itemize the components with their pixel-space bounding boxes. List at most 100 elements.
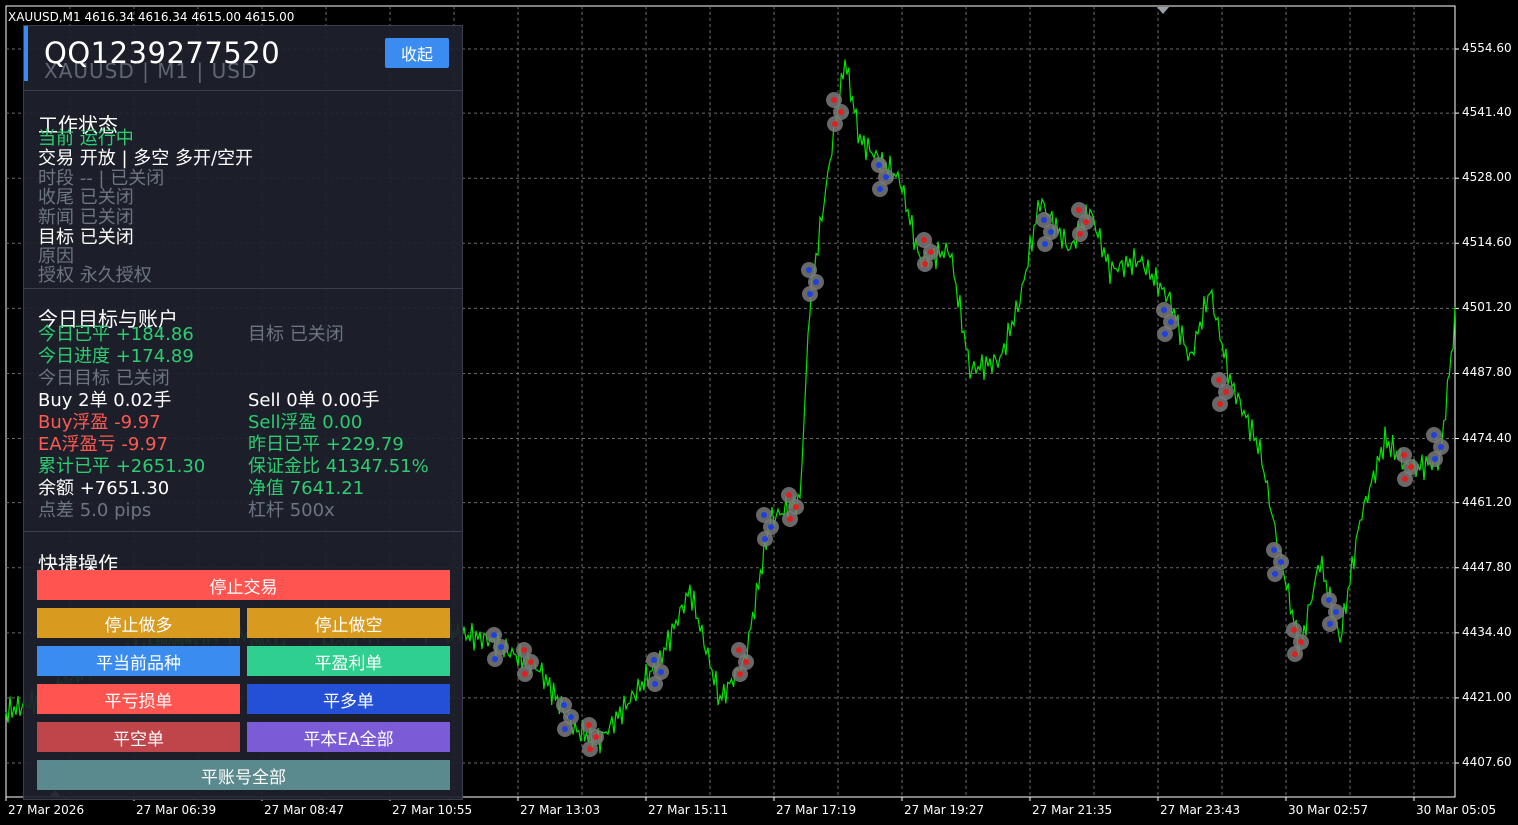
collapse-button[interactable]: 收起 bbox=[385, 38, 449, 68]
trade-marker-dot bbox=[528, 659, 534, 665]
time-tick-label: 27 Mar 19:27 bbox=[904, 803, 985, 817]
trade-marker-dot bbox=[831, 97, 837, 103]
price-tick-label: 4528.00 bbox=[1462, 170, 1512, 185]
target-status: 目标 已关闭 bbox=[248, 324, 344, 345]
close-ea-all-button[interactable]: 平本EA全部 bbox=[247, 722, 450, 752]
ea-control-panel: XAUUSD | M1 | USD QQ1239277520 收起 工作状态 当… bbox=[23, 25, 463, 800]
trade-marker-dot bbox=[743, 659, 749, 665]
divider bbox=[24, 90, 462, 91]
close-current-symbol-button[interactable]: 平当前品种 bbox=[37, 646, 240, 676]
price-tick-label: 4461.20 bbox=[1462, 494, 1512, 509]
trade-marker-dot bbox=[922, 261, 928, 267]
leverage: 杠杆 500x bbox=[248, 500, 335, 521]
buy-summary: Buy 2单 0.02手 bbox=[38, 390, 172, 411]
trade-marker-dot bbox=[1278, 559, 1284, 565]
trade-marker-dot bbox=[921, 237, 927, 243]
trade-marker-dot bbox=[1432, 456, 1438, 462]
sell-summary: Sell 0单 0.00手 bbox=[248, 390, 380, 411]
trade-marker-dot bbox=[586, 722, 592, 728]
trade-marker-dot bbox=[1048, 229, 1054, 235]
equity: 净值 7641.21 bbox=[248, 478, 365, 499]
time-tick-label: 27 Mar 08:47 bbox=[264, 803, 345, 817]
trade-marker-dot bbox=[492, 656, 498, 662]
time-tick-label: 27 Mar 06:39 bbox=[136, 803, 217, 817]
close-short-button[interactable]: 平空单 bbox=[37, 722, 240, 752]
trade-marker-dot bbox=[807, 291, 813, 297]
trade-marker-dot bbox=[768, 524, 774, 530]
status-license: 授权 永久授权 bbox=[38, 265, 152, 286]
trade-marker-dot bbox=[877, 186, 883, 192]
trade-marker-dot bbox=[1431, 432, 1437, 438]
trade-marker-dot bbox=[1401, 452, 1407, 458]
time-tick-label: 30 Mar 02:57 bbox=[1288, 803, 1369, 817]
time-tick-label: 27 Mar 2026 bbox=[8, 803, 85, 817]
status-target: 目标 已关闭 bbox=[38, 227, 134, 248]
margin-ratio: 保证金比 41347.51% bbox=[248, 456, 429, 477]
trade-marker-dot bbox=[786, 492, 792, 498]
trade-marker-dot bbox=[491, 632, 497, 638]
account-id: QQ1239277520 bbox=[44, 36, 281, 70]
price-tick-label: 4554.60 bbox=[1462, 41, 1512, 55]
trade-marker-dot bbox=[587, 746, 593, 752]
trade-marker-dot bbox=[1272, 571, 1278, 577]
trade-marker-dot bbox=[838, 109, 844, 115]
trade-marker-dot bbox=[1298, 639, 1304, 645]
trade-marker-dot bbox=[1333, 609, 1339, 615]
trade-marker-dot bbox=[832, 121, 838, 127]
status-ending: 收尾 已关闭 bbox=[38, 187, 134, 208]
sell-float: Sell浮盈 0.00 bbox=[248, 412, 363, 433]
trade-marker-dot bbox=[522, 671, 528, 677]
trade-marker-dot bbox=[1162, 331, 1168, 337]
trade-marker-dot bbox=[1291, 627, 1297, 633]
trade-marker-dot bbox=[1042, 241, 1048, 247]
today-progress: 今日进度 +174.89 bbox=[38, 346, 194, 367]
trade-marker-dot bbox=[1077, 231, 1083, 237]
divider bbox=[24, 288, 462, 289]
today-closed: 今日已平 +184.86 bbox=[38, 324, 194, 345]
close-account-all-button[interactable]: 平账号全部 bbox=[37, 760, 450, 790]
close-profit-button[interactable]: 平盈利单 bbox=[247, 646, 450, 676]
trade-marker-dot bbox=[806, 267, 812, 273]
trade-marker-dot bbox=[1083, 219, 1089, 225]
status-reason: 原因 bbox=[38, 246, 74, 267]
trade-marker-dot bbox=[876, 162, 882, 168]
close-long-button[interactable]: 平多单 bbox=[247, 684, 450, 714]
time-tick-label: 27 Mar 21:35 bbox=[1032, 803, 1113, 817]
trade-marker-dot bbox=[568, 714, 574, 720]
time-tick-label: 27 Mar 17:19 bbox=[776, 803, 857, 817]
time-tick-label: 30 Mar 05:05 bbox=[1416, 803, 1497, 817]
close-loss-button[interactable]: 平亏损单 bbox=[37, 684, 240, 714]
price-tick-label: 4487.80 bbox=[1462, 365, 1512, 380]
stop-long-button[interactable]: 停止做多 bbox=[37, 608, 240, 638]
status-news: 新闻 已关闭 bbox=[38, 207, 134, 228]
trade-marker-dot bbox=[1326, 597, 1332, 603]
trade-marker-dot bbox=[1168, 319, 1174, 325]
stop-trading-button[interactable]: 停止交易 bbox=[37, 570, 450, 600]
accent-bar bbox=[24, 26, 28, 81]
chart-title: XAUUSD,M1 4616.34 4616.34 4615.00 4615.0… bbox=[8, 10, 295, 24]
price-tick-label: 4474.40 bbox=[1462, 430, 1512, 445]
trade-marker-dot bbox=[1076, 207, 1082, 213]
trade-marker-dot bbox=[736, 647, 742, 653]
trade-marker-dot bbox=[1402, 476, 1408, 482]
trade-marker-dot bbox=[1438, 444, 1444, 450]
trade-marker-dot bbox=[651, 657, 657, 663]
stop-short-button[interactable]: 停止做空 bbox=[247, 608, 450, 638]
balance: 余额 +7651.30 bbox=[38, 478, 170, 499]
price-tick-label: 4407.60 bbox=[1462, 755, 1512, 769]
trade-marker-dot bbox=[928, 249, 934, 255]
trade-marker-dot bbox=[813, 279, 819, 285]
trade-marker-dot bbox=[761, 512, 767, 518]
time-tick-label: 27 Mar 10:55 bbox=[392, 803, 473, 817]
trade-marker-dot bbox=[737, 671, 743, 677]
spread: 点差 5.0 pips bbox=[38, 500, 152, 521]
divider bbox=[24, 531, 462, 532]
trade-marker-dot bbox=[521, 647, 527, 653]
price-tick-label: 4541.40 bbox=[1462, 105, 1512, 120]
trade-marker-dot bbox=[652, 681, 658, 687]
status-period: 时段 -- | 已关闭 bbox=[38, 168, 165, 189]
trade-marker-dot bbox=[1327, 621, 1333, 627]
status-current: 当前 运行中 bbox=[38, 128, 134, 149]
trade-marker-dot bbox=[1161, 307, 1167, 313]
trade-marker-dot bbox=[561, 702, 567, 708]
